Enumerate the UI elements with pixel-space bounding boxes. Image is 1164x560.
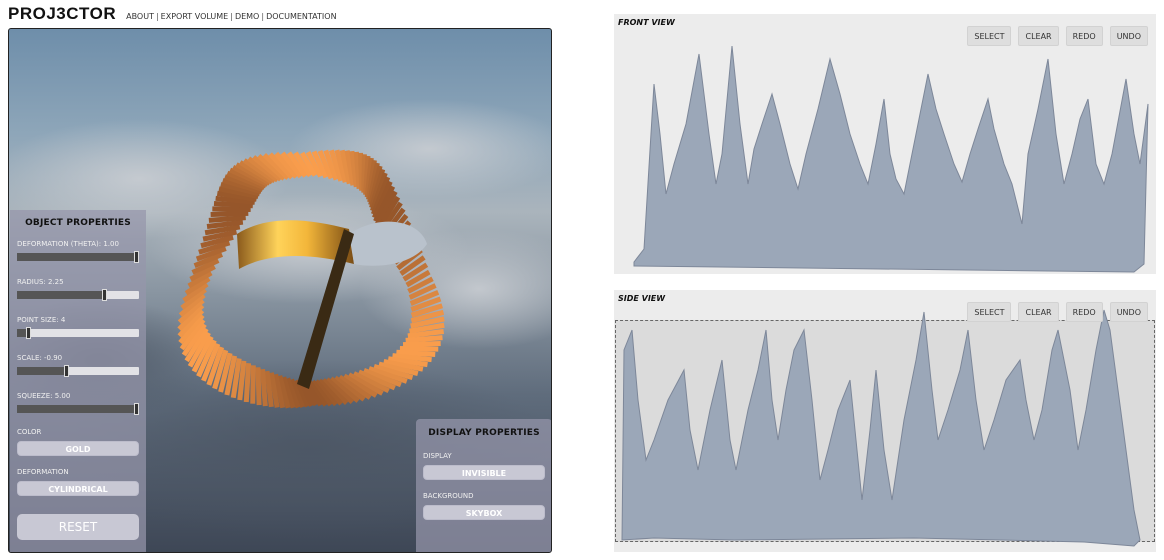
slider-thumb[interactable] — [134, 403, 139, 415]
scale-control: SCALE: -0.90 — [17, 354, 139, 377]
point-size-control: POINT SIZE: 4 — [17, 316, 139, 339]
deformation-theta-slider[interactable] — [17, 251, 139, 263]
color-control: COLOR GOLD — [17, 428, 139, 456]
color-label: COLOR — [17, 428, 42, 436]
deformation-select-button[interactable]: CYLINDRICAL — [17, 481, 139, 496]
squeeze-label: SQUEEZE: 5.00 — [17, 392, 71, 400]
side-clear-button[interactable]: CLEAR — [1018, 302, 1059, 322]
front-undo-button[interactable]: UNDO — [1109, 26, 1148, 46]
front-view-panel[interactable]: FRONT VIEW SELECT CLEAR REDO UNDO — [614, 14, 1156, 274]
scale-slider[interactable] — [17, 365, 139, 377]
slider-fill — [17, 253, 136, 261]
object-properties-panel: OBJECT PROPERTIES DEFORMATION (THETA): 1… — [10, 210, 146, 552]
front-view-silhouette — [633, 45, 1149, 273]
front-redo-button[interactable]: REDO — [1065, 26, 1103, 46]
front-view-title: FRONT VIEW — [618, 18, 675, 27]
background-select-button[interactable]: SKYBOX — [423, 505, 545, 520]
nav-about[interactable]: ABOUT — [126, 12, 154, 21]
3d-viewport[interactable]: OBJECT PROPERTIES DEFORMATION (THETA): 1… — [8, 28, 552, 553]
side-view-canvas[interactable] — [614, 290, 1156, 552]
display-label: DISPLAY — [423, 452, 452, 460]
display-select-button[interactable]: INVISIBLE — [423, 465, 545, 480]
reset-button[interactable]: RESET — [17, 514, 139, 540]
display-properties-title: DISPLAY PROPERTIES — [428, 428, 540, 438]
deformation-label: DEFORMATION — [17, 468, 69, 476]
display-properties-panel: DISPLAY PROPERTIES DISPLAY INVISIBLE BAC… — [416, 419, 551, 552]
app-logo: PROJ3CTOR — [8, 4, 117, 23]
side-select-button[interactable]: SELECT — [967, 302, 1012, 322]
deformation-theta-control: DEFORMATION (THETA): 1.00 — [17, 240, 139, 263]
deformation-type-control: DEFORMATION CYLINDRICAL — [17, 468, 139, 496]
nav-demo[interactable]: DEMO — [235, 12, 259, 21]
radius-control: RADIUS: 2.25 — [17, 278, 139, 301]
front-select-button[interactable]: SELECT — [967, 26, 1012, 46]
slider-thumb[interactable] — [134, 251, 139, 263]
point-size-slider[interactable] — [17, 327, 139, 339]
side-view-toolbar: SELECT CLEAR REDO UNDO — [967, 302, 1148, 322]
top-nav: ABOUT | EXPORT VOLUME | DEMO | DOCUMENTATION — [126, 12, 336, 21]
slider-thumb[interactable] — [64, 365, 70, 377]
deformation-theta-label: DEFORMATION (THETA): 1.00 — [17, 240, 119, 248]
side-redo-button[interactable]: REDO — [1065, 302, 1103, 322]
gold-strip — [250, 365, 256, 404]
nav-separator: | — [230, 12, 233, 21]
app-header: PROJ3CTOR ABOUT | EXPORT VOLUME | DEMO | DOCUM… — [8, 4, 337, 26]
display-control: DISPLAY INVISIBLE — [423, 452, 545, 480]
slider-thumb[interactable] — [26, 327, 32, 339]
radius-label: RADIUS: 2.25 — [17, 278, 64, 286]
squeeze-control: SQUEEZE: 5.00 — [17, 392, 139, 415]
side-view-panel[interactable]: SIDE VIEW SELECT CLEAR REDO UNDO — [614, 290, 1156, 552]
background-control: BACKGROUND SKYBOX — [423, 492, 545, 520]
side-view-title: SIDE VIEW — [618, 294, 666, 303]
radius-slider[interactable] — [17, 289, 139, 301]
slider-fill — [17, 291, 104, 299]
nav-documentation[interactable]: DOCUMENTATION — [266, 12, 336, 21]
color-select-button[interactable]: GOLD — [17, 441, 139, 456]
nav-separator: | — [155, 12, 159, 21]
side-view-silhouette — [621, 309, 1141, 547]
scale-label: SCALE: -0.90 — [17, 354, 63, 362]
front-view-canvas[interactable] — [614, 14, 1156, 274]
slider-fill — [17, 367, 67, 375]
squeeze-slider[interactable] — [17, 403, 139, 415]
background-label: BACKGROUND — [423, 492, 474, 500]
slider-fill — [17, 405, 136, 413]
slider-thumb[interactable] — [101, 289, 107, 301]
point-size-label: POINT SIZE: 4 — [17, 316, 66, 324]
front-clear-button[interactable]: CLEAR — [1018, 26, 1059, 46]
side-undo-button[interactable]: UNDO — [1109, 302, 1148, 322]
front-view-toolbar: SELECT CLEAR REDO UNDO — [967, 26, 1148, 46]
nav-export-volume[interactable]: EXPORT VOLUME — [161, 12, 229, 21]
object-properties-title: OBJECT PROPERTIES — [25, 218, 131, 228]
nav-separator: | — [261, 12, 265, 21]
